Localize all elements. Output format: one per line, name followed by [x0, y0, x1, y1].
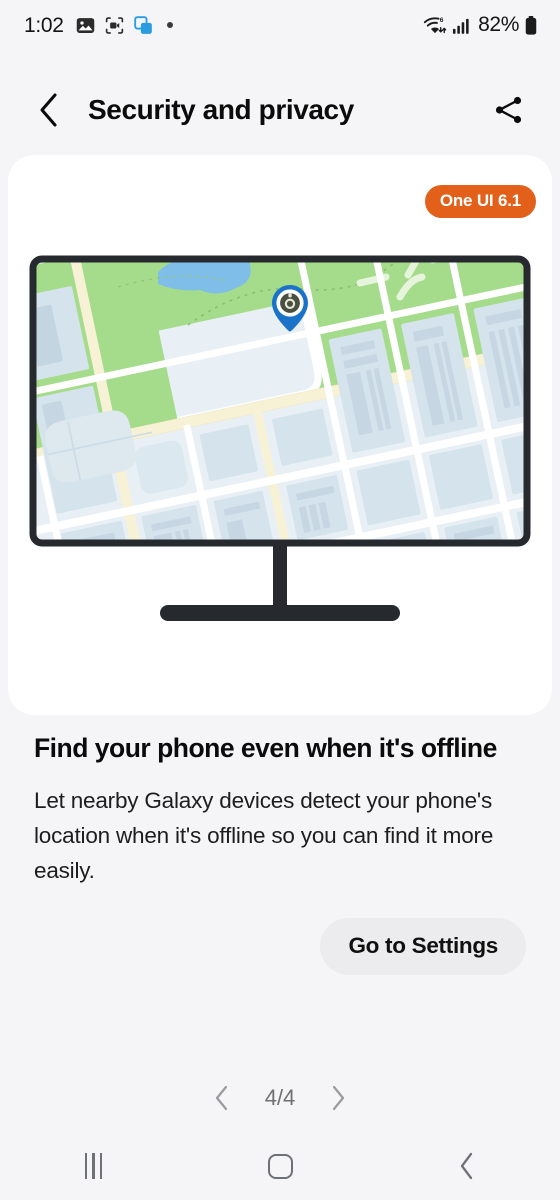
feature-card: One UI 6.1 — [8, 155, 552, 715]
signal-bars-icon — [453, 18, 469, 34]
screen-record-icon — [105, 16, 123, 34]
status-bar-system-icons: 6 82% — [423, 13, 538, 37]
dot-indicator-icon — [166, 22, 173, 28]
recents-icon — [84, 1153, 102, 1179]
battery-icon — [525, 15, 537, 35]
page-title: Security and privacy — [88, 94, 354, 125]
navbar-back-button[interactable] — [373, 1132, 560, 1200]
go-to-settings-button[interactable]: Go to Settings — [320, 918, 526, 975]
home-button[interactable] — [187, 1132, 374, 1200]
recents-button[interactable] — [0, 1132, 187, 1200]
android-navigation-bar — [0, 1132, 560, 1200]
monitor-illustration — [29, 255, 531, 621]
multi-window-icon — [133, 15, 152, 34]
status-bar-time: 1:02 — [24, 13, 64, 37]
page-counter: 4/4 — [264, 1085, 296, 1110]
feature-text-block: Find your phone even when it's offline L… — [34, 733, 526, 888]
svg-text:6: 6 — [440, 17, 444, 24]
status-bar-notification-icons — [75, 15, 173, 36]
back-button[interactable] — [28, 89, 70, 131]
share-button[interactable] — [488, 89, 530, 131]
next-page-button[interactable] — [323, 1080, 353, 1116]
battery-percent-label: 82% — [478, 13, 519, 36]
back-icon — [460, 1152, 472, 1180]
status-bar: 1:02 6 82% — [0, 0, 560, 50]
feature-action-row: Go to Settings — [320, 918, 526, 975]
share-icon — [495, 96, 522, 124]
feature-description: Let nearby Galaxy devices detect your ph… — [34, 787, 494, 883]
previous-page-button[interactable] — [207, 1080, 237, 1116]
feature-title: Find your phone even when it's offline — [34, 733, 497, 763]
home-icon — [267, 1153, 293, 1179]
chevron-left-icon — [215, 1085, 227, 1111]
chevron-left-icon — [40, 93, 57, 127]
wifi6-icon: 6 — [424, 17, 447, 33]
page-header: Security and privacy — [0, 74, 560, 146]
chevron-right-icon — [333, 1085, 345, 1111]
image-icon — [76, 17, 94, 33]
carousel-pagination: 4/4 — [0, 1080, 560, 1116]
